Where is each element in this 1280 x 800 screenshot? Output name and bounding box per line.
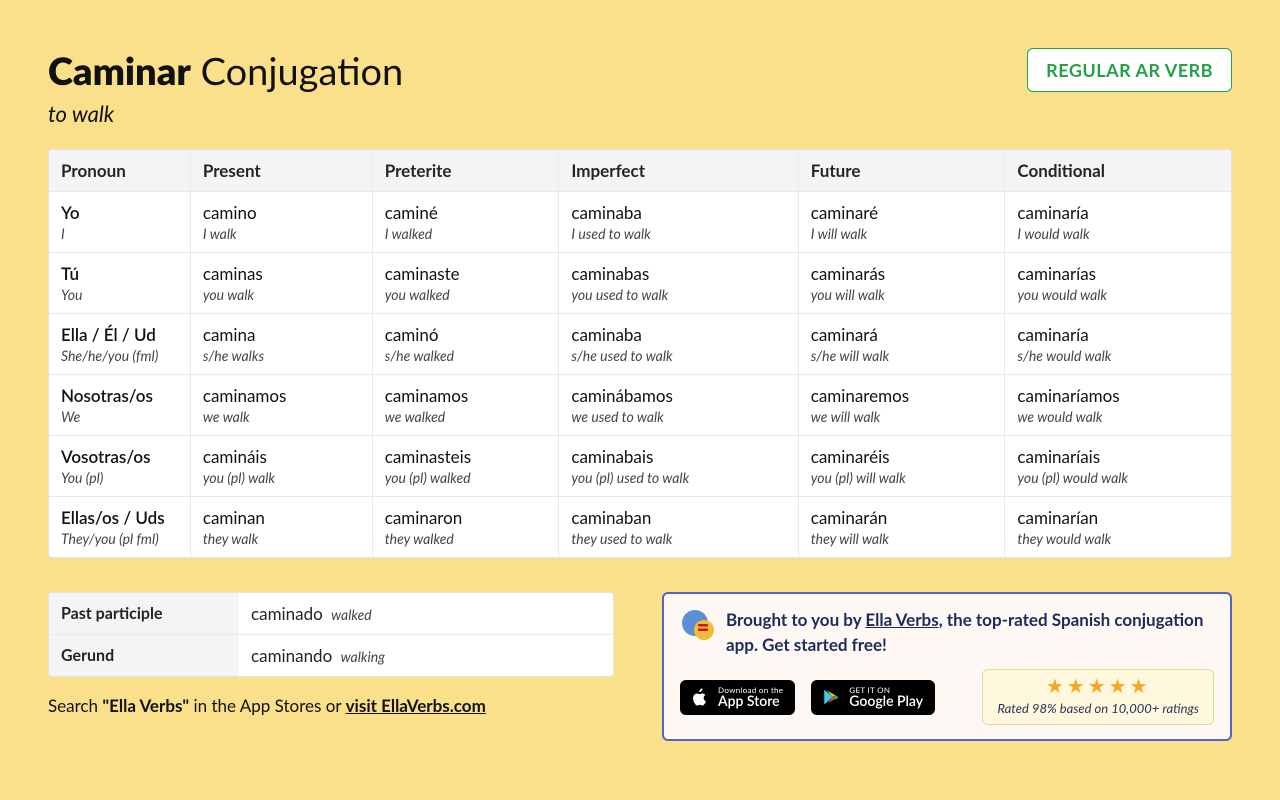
conjugation-cell: caminaríanthey would walk: [1005, 497, 1231, 557]
participle-label: Past participle: [49, 593, 239, 635]
conjugation-cell: caminábamoswe used to walk: [559, 375, 798, 436]
verb-name: Caminar: [48, 48, 191, 94]
pronoun-cell: YoI: [49, 192, 191, 253]
table-row: Nosotras/osWecaminamoswe walkcaminamoswe…: [49, 375, 1231, 436]
conjugation-cell: caminasteyou walked: [373, 253, 560, 314]
promo-text: Brought to you by Ella Verbs, the top-ra…: [726, 608, 1214, 657]
promo-box: Brought to you by Ella Verbs, the top-ra…: [662, 592, 1232, 741]
verb-type-badge: REGULAR AR VERB: [1027, 48, 1232, 92]
pronoun-cell: Nosotras/osWe: [49, 375, 191, 436]
conjugation-cell: caminaronthey walked: [373, 497, 560, 557]
participle-row: Past participlecaminado walked: [49, 593, 613, 635]
conjugation-cell: caminaríaI would walk: [1005, 192, 1231, 253]
table-row: Vosotras/osYou (pl)camináisyou (pl) walk…: [49, 436, 1231, 497]
column-header: Pronoun: [49, 150, 191, 192]
conjugation-cell: caminabaI used to walk: [559, 192, 798, 253]
column-header: Present: [191, 150, 373, 192]
conjugation-cell: camináisyou (pl) walk: [191, 436, 373, 497]
conjugation-cell: caminós/he walked: [373, 314, 560, 375]
column-header: Preterite: [373, 150, 560, 192]
conjugation-cell: caminaríamoswe would walk: [1005, 375, 1231, 436]
app-store-button[interactable]: Download on the App Store: [680, 680, 795, 715]
conjugation-cell: caminabasyou used to walk: [559, 253, 798, 314]
conjugation-cell: caminaríasyou would walk: [1005, 253, 1231, 314]
conjugation-cell: caminarías/he would walk: [1005, 314, 1231, 375]
pronoun-cell: Ellas/os / UdsThey/you (pl fml): [49, 497, 191, 557]
table-row: YoIcaminoI walkcaminéI walkedcaminabaI u…: [49, 192, 1231, 253]
app-name: "Ella Verbs": [102, 695, 189, 716]
rating-box: ★★★★★ Rated 98% based on 10,000+ ratings: [982, 669, 1214, 725]
column-header: Future: [799, 150, 1006, 192]
pronoun-cell: Vosotras/osYou (pl): [49, 436, 191, 497]
promo-app-link[interactable]: Ella Verbs: [865, 609, 938, 630]
search-instruction: Search "Ella Verbs" in the App Stores or…: [48, 695, 614, 716]
visit-site-link[interactable]: visit EllaVerbs.com: [346, 695, 486, 716]
column-header: Conditional: [1005, 150, 1231, 192]
conjugation-cell: caminasyou walk: [191, 253, 373, 314]
conjugation-cell: caminas/he walks: [191, 314, 373, 375]
conjugation-cell: caminaremoswe will walk: [799, 375, 1006, 436]
conjugation-cell: caminaránthey will walk: [799, 497, 1006, 557]
participle-value: caminado walked: [239, 593, 613, 635]
column-header: Imperfect: [559, 150, 798, 192]
verb-translation: to walk: [48, 100, 403, 127]
conjugation-cell: caminarás/he will walk: [799, 314, 1006, 375]
participle-value: caminando walking: [239, 635, 613, 676]
conjugation-cell: caminabas/he used to walk: [559, 314, 798, 375]
google-play-icon: [821, 687, 841, 707]
table-row: TúYoucaminasyou walkcaminasteyou walkedc…: [49, 253, 1231, 314]
participle-table: Past participlecaminado walkedGerundcami…: [48, 592, 614, 677]
conjugation-cell: caminasteisyou (pl) walked: [373, 436, 560, 497]
star-icons: ★★★★★: [997, 676, 1199, 696]
conjugation-cell: caminanthey walk: [191, 497, 373, 557]
conjugation-cell: caminabaisyou (pl) used to walk: [559, 436, 798, 497]
conjugation-cell: caminéI walked: [373, 192, 560, 253]
conjugation-cell: caminaríaisyou (pl) would walk: [1005, 436, 1231, 497]
promo-app-icon: [680, 608, 716, 644]
participle-row: Gerundcaminando walking: [49, 635, 613, 676]
conjugation-cell: caminoI walk: [191, 192, 373, 253]
pronoun-cell: TúYou: [49, 253, 191, 314]
conjugation-cell: caminabanthey used to walk: [559, 497, 798, 557]
apple-icon: [690, 687, 710, 707]
pronoun-cell: Ella / Él / UdShe/he/you (fml): [49, 314, 191, 375]
conjugation-cell: caminaréI will walk: [799, 192, 1006, 253]
google-play-button[interactable]: GET IT ON Google Play: [811, 680, 935, 715]
page-title: Caminar Conjugation: [48, 48, 403, 94]
page-title-block: Caminar Conjugation to walk: [48, 48, 403, 127]
conjugation-cell: caminamoswe walk: [191, 375, 373, 436]
conjugation-cell: caminarásyou will walk: [799, 253, 1006, 314]
title-suffix: Conjugation: [201, 48, 404, 94]
conjugation-cell: caminaréisyou (pl) will walk: [799, 436, 1006, 497]
rating-text: Rated 98% based on 10,000+ ratings: [997, 700, 1199, 716]
conjugation-table: PronounPresentPreteriteImperfectFutureCo…: [48, 149, 1232, 558]
table-row: Ella / Él / UdShe/he/you (fml)caminas/he…: [49, 314, 1231, 375]
conjugation-cell: caminamoswe walked: [373, 375, 560, 436]
participle-label: Gerund: [49, 635, 239, 676]
table-row: Ellas/os / UdsThey/you (pl fml)caminanth…: [49, 497, 1231, 557]
